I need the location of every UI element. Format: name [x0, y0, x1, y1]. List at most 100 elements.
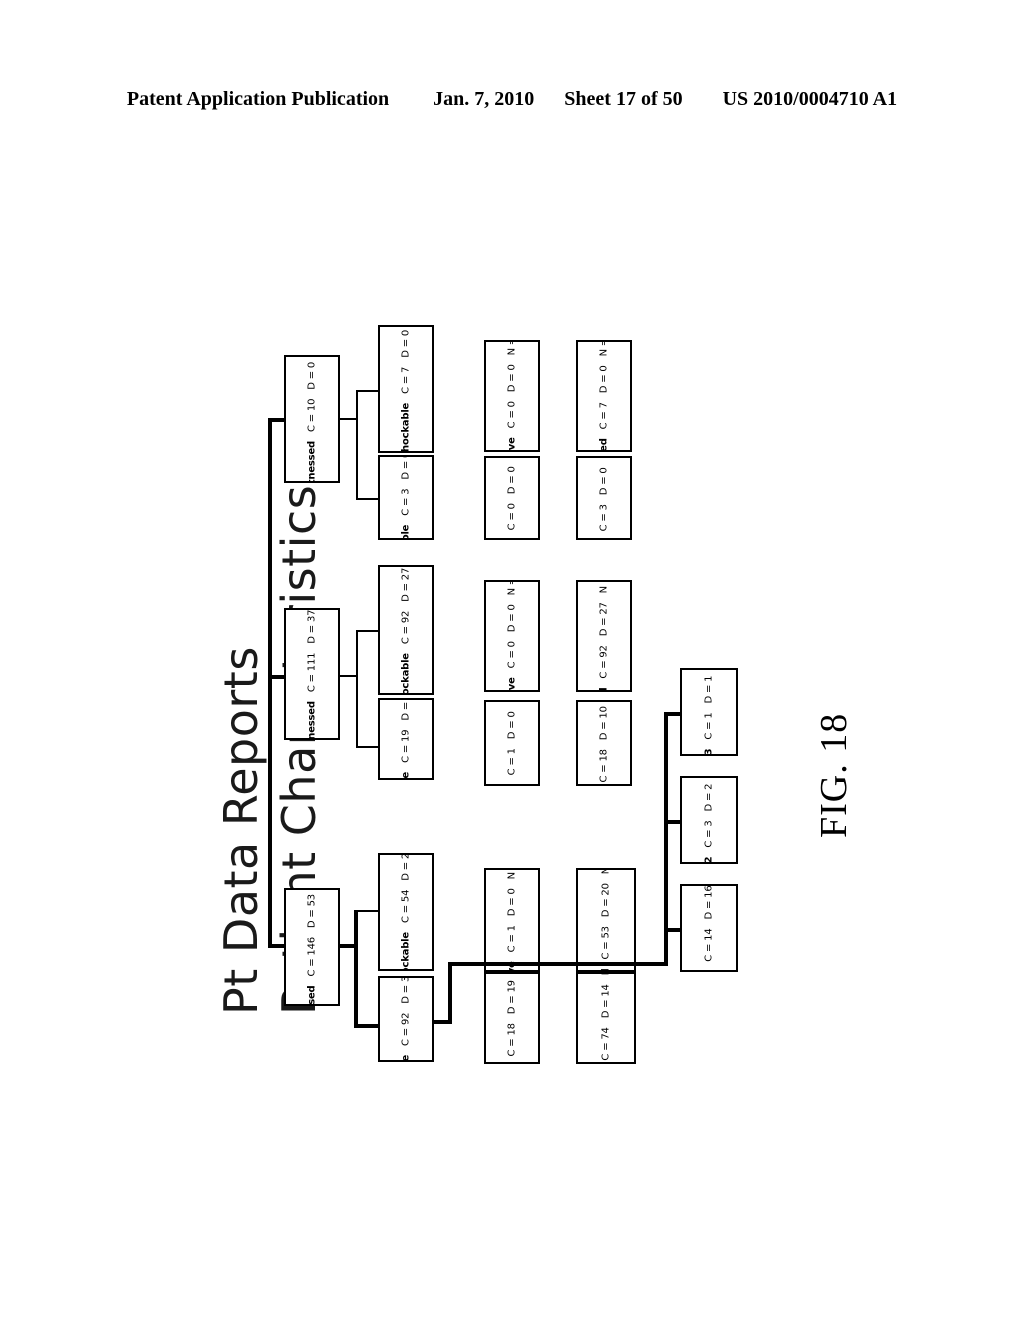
node-witnessed-nonshockable-alive[interactable]: Alive C = 1 D = 0 N = 0	[484, 868, 540, 972]
node-stat-c: C = 3	[703, 820, 715, 848]
node-notwitnessed-nonshockable-alive[interactable]: Alive C = 0 D = 0 N = 0	[484, 580, 540, 692]
node-title: Witnessed	[307, 986, 318, 1005]
node-stat-c: C = 1	[703, 712, 715, 740]
node-stat-d: D = 0	[400, 329, 412, 358]
connector-alive-to-cpc-riser	[448, 962, 452, 1024]
patent-figure-page: Patent Application Publication Jan. 7, 2…	[0, 0, 1024, 1320]
node-stat-d: D = 16	[703, 885, 715, 920]
node-stat-n: N = 0	[506, 868, 518, 880]
node-witnessed-nonshockable-died[interactable]: Died C = 53 D = 20 N = 9	[576, 868, 636, 972]
node-stat-c: C = 74	[600, 1027, 612, 1061]
node-stat-n: N = 0	[506, 580, 518, 596]
node-qwitnessed-nonshockable-alive[interactable]: Alive C = 0 D = 0 N = 0	[484, 340, 540, 452]
node-stat-c: C = 3	[400, 488, 412, 516]
node-stat-d: D = 1	[703, 675, 715, 704]
connector-w-to-shockable	[354, 1024, 378, 1028]
node-title: Not Witnessed	[307, 701, 318, 738]
node-stat-c: C = 1	[506, 925, 518, 953]
connector-qw-split	[356, 390, 358, 500]
node-cpc-2[interactable]: CPC=2 C = 3 D = 2 N = 1	[680, 776, 738, 864]
node-qwitnessed-shockable-died[interactable]: Died C = 3 D = 0 N = 0	[576, 456, 632, 540]
node-stat-c: C = 92	[400, 610, 412, 645]
node-notwitnessed-nonshockable[interactable]: Non-Shockable C = 92 D = 27 N = 13	[378, 565, 434, 695]
node-stat-d: D = 2	[703, 783, 715, 812]
node-witnessed-nonshockable[interactable]: Non-Shockable C = 54 D = 20 N = 9	[378, 853, 434, 971]
node-title: Non-Shockable	[401, 932, 412, 969]
node-stat-d: D = 0	[506, 364, 518, 393]
connector-qw-to-nonshockable	[356, 390, 378, 392]
decision-tree-diagram: ?? Witnessed C = 10 D = 0 N = 1 Non-Shoc…	[0, 0, 1024, 1320]
node-stat-n: N = 1	[598, 340, 610, 357]
node-qwitnessed-shockable-alive[interactable]: Alive C = 0 D = 0 N = 0	[484, 456, 540, 540]
node-qwitnessed-shockable[interactable]: Shockable C = 3 D = 0 N = 0	[378, 455, 434, 540]
node-stat-d: D = 0	[506, 711, 518, 740]
node-stat-c: C = 111	[306, 652, 318, 693]
connector-w-to-nonshockable	[356, 910, 378, 912]
node-stat-d: D = 0	[506, 466, 518, 495]
node-title: Non-Shockable	[400, 402, 412, 453]
node-stat-c: C = 53	[600, 926, 612, 960]
node-witnessed-shockable-died[interactable]: Died C = 74 D = 14 N = 10	[576, 972, 636, 1064]
node-title: ?? Witnessed	[306, 441, 318, 483]
node-stat-d: D = 0	[306, 361, 318, 390]
node-stat-d: D = 53	[306, 894, 318, 929]
node-witnessed-shockable-alive[interactable]: Alive C = 18 D = 19 N = 5	[484, 972, 540, 1064]
node-title: Shockable	[401, 1055, 412, 1060]
node-stat-n: N = 0	[507, 456, 518, 457]
node-title: Alive	[506, 437, 518, 452]
node-title: Non-Shockable	[400, 653, 412, 695]
node-stat-c: C = 7	[400, 366, 412, 394]
node-stat-n: N = 0	[507, 702, 518, 703]
trunk-stub-qwitnessed	[268, 418, 284, 422]
node-notwitnessed-root[interactable]: Not Witnessed C = 111 D = 37 N = 16	[284, 608, 340, 740]
node-witnessed-root[interactable]: Witnessed C = 146 D = 53 N = 25	[284, 888, 340, 1006]
node-qwitnessed-nonshockable[interactable]: Non-Shockable C = 7 D = 0 N = 1	[378, 325, 434, 453]
connector-alive-to-cpc-run	[448, 962, 668, 966]
node-qwitnessed-root[interactable]: ?? Witnessed C = 10 D = 0 N = 1	[284, 355, 340, 483]
node-stat-n: N = 9	[601, 870, 612, 874]
node-stat-d: D = 37	[306, 609, 318, 644]
node-notwitnessed-nonshockable-died[interactable]: Died C = 92 D = 27 N = 13	[576, 580, 632, 692]
node-notwitnessed-shockable[interactable]: Shockable C = 19 D = 10 N = 3	[378, 698, 434, 780]
node-title: Died	[598, 438, 610, 452]
node-stat-c: C = 10	[306, 398, 318, 433]
tree-trunk-vertical	[268, 418, 272, 948]
node-title: CPC=2	[704, 857, 715, 862]
node-stat-d: D = 0	[506, 604, 518, 633]
node-stat-c: C = 7	[598, 402, 610, 430]
node-notwitnessed-shockable-alive[interactable]: Alive C = 1 D = 0 N = 0	[484, 700, 540, 786]
connector-nw-split	[356, 630, 358, 748]
node-title: Alive	[507, 539, 518, 540]
node-cpc-1[interactable]: CPC=1 C = 14 D = 16 N = 3	[680, 884, 738, 972]
node-stat-c: C = 18	[506, 1023, 518, 1057]
node-witnessed-shockable[interactable]: Shockable C = 92 D = 33 N = 15	[378, 976, 434, 1062]
node-stat-c: C = 14	[703, 928, 715, 962]
node-stat-d: D = 0	[400, 457, 412, 480]
node-title: Shockable	[401, 772, 412, 778]
node-title: CPC=3	[704, 749, 715, 754]
trunk-stub-notwitnessed	[268, 675, 284, 679]
node-stat-d: D = 20	[400, 855, 412, 881]
node-stat-n: N = 0	[506, 340, 518, 356]
node-title: Shockable	[401, 524, 412, 538]
node-qwitnessed-nonshockable-died[interactable]: Died C = 7 D = 0 N = 1	[576, 340, 632, 452]
node-stat-d: D = 0	[598, 365, 610, 394]
node-cpc-3[interactable]: CPC=3 C = 1 D = 1 N = 1	[680, 668, 738, 756]
node-notwitnessed-shockable-died[interactable]: Died C = 18 D = 10 N = 3	[576, 700, 632, 786]
node-stat-c: C = 0	[506, 401, 518, 429]
node-stat-c: C = 92	[400, 1012, 412, 1046]
node-stat-c: C = 0	[506, 641, 518, 669]
node-stat-d: D = 20	[600, 883, 612, 918]
node-stat-d: D = 27	[598, 602, 610, 637]
node-stat-c: C = 54	[400, 889, 412, 924]
node-stat-c: C = 1	[506, 748, 518, 776]
node-stat-c: C = 0	[506, 503, 518, 531]
node-stat-d: D = 27	[400, 567, 412, 602]
node-stat-d: D = 0	[598, 467, 610, 496]
node-title: Died	[599, 688, 610, 690]
node-title: Alive	[507, 784, 518, 786]
node-stat-n: N = 13	[598, 580, 610, 594]
node-stat-d: D = 0	[506, 888, 518, 917]
node-stat-d: D = 10	[598, 706, 610, 741]
connector-w-split	[354, 910, 358, 1028]
